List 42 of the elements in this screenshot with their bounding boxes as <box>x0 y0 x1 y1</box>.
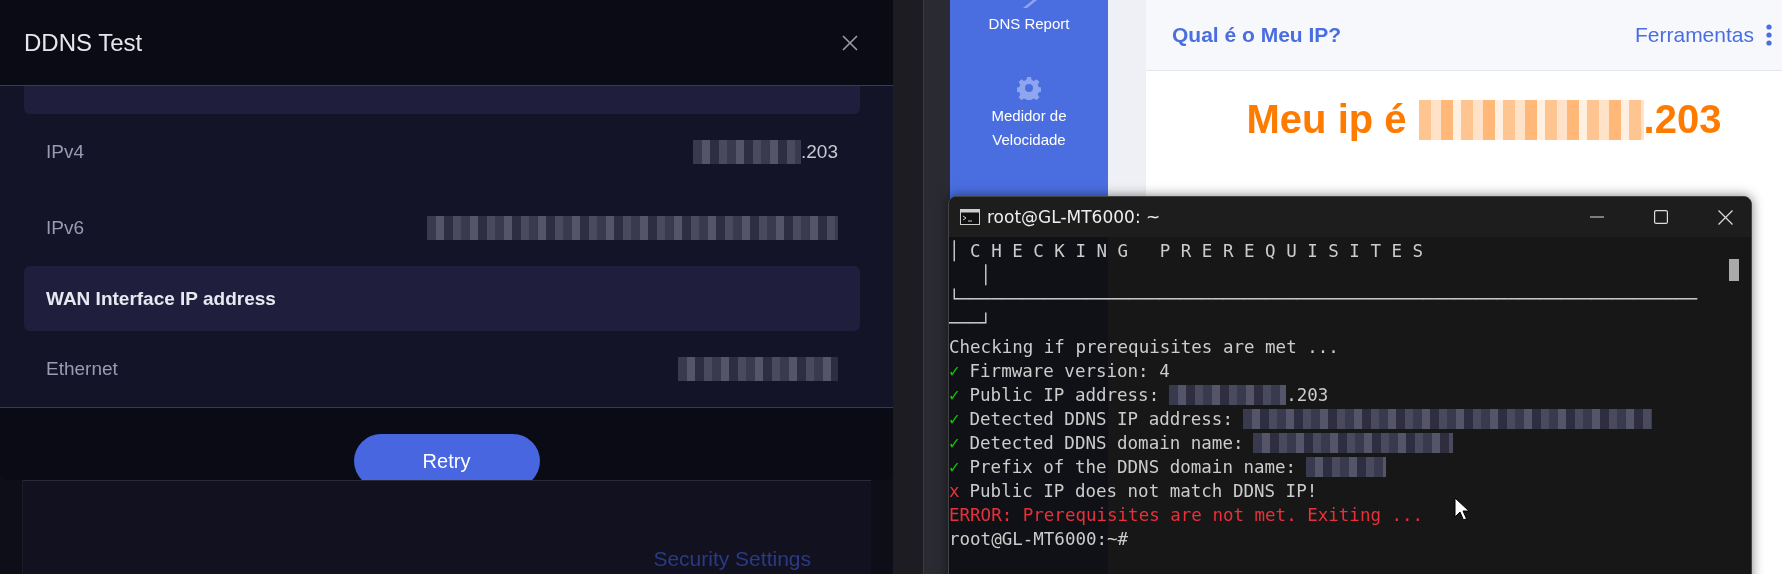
terminal-line: ERROR: Prerequisites are not met. Exiting ... <box>949 504 1424 527</box>
ip-headline: Meu ip é <box>1246 97 1407 142</box>
terminal-line: ───┘ <box>949 311 992 335</box>
terminal-title: root@GL-MT6000: ~ <box>987 207 1161 227</box>
status-mark: x <box>949 480 960 503</box>
terminal-icon <box>960 209 980 225</box>
status-mark: ✓ <box>949 456 960 479</box>
sidebar-item[interactable]: Medidor de Velocidade <box>950 36 1108 152</box>
terminal-line: │ C H E C K I N G P R E R E Q U I S I T E S <box>949 239 1424 263</box>
terminal-value: .203 <box>1286 384 1329 407</box>
status-mark: ✓ <box>949 384 960 407</box>
ip-suffix: .203 <box>1643 97 1722 142</box>
row-value: .203 <box>801 141 838 163</box>
terminal-line: └────────────────────────────────────────────────────────────────────── <box>949 287 1698 311</box>
retry-button[interactable]: Retry <box>353 434 540 480</box>
terminal-line: root@GL-MT6000:~# <box>949 528 1129 551</box>
row-label: Ethernet <box>46 358 118 380</box>
terminal-line: Checking if prerequisites are met ... <box>949 336 1339 359</box>
status-mark: ✓ <box>949 408 960 431</box>
scrollbar-thumb[interactable] <box>1729 259 1739 281</box>
terminal-line: Prefix of the DDNS domain name: <box>969 456 1297 479</box>
dialog-title: DDNS Test <box>24 28 143 57</box>
terminal-line: Public IP address: <box>969 384 1160 407</box>
terminal-line: Detected DDNS IP address: <box>969 408 1233 431</box>
sidebar-item[interactable]: DNS Report <box>968 0 1090 36</box>
status-mark: ✓ <box>949 432 960 455</box>
terminal-line: Firmware version: 4 <box>969 360 1170 383</box>
row-label: IPv6 <box>46 217 85 239</box>
mouse-cursor-icon <box>1454 497 1470 521</box>
gear-icon <box>1017 76 1041 100</box>
row-label: IPv4 <box>46 141 85 163</box>
kebab-menu-icon[interactable] <box>1766 24 1772 46</box>
maximize-icon[interactable] <box>1654 210 1668 224</box>
site-title[interactable]: Qual é o Meu IP? <box>1172 23 1342 47</box>
tools-menu[interactable]: Ferramentas <box>1634 23 1754 47</box>
terminal-line: Detected DDNS domain name: <box>969 432 1244 455</box>
close-icon[interactable] <box>842 34 858 51</box>
terminal-line: Public IP does not match DDNS IP! <box>969 480 1318 503</box>
terminal-line: │ <box>979 263 992 287</box>
section-header: WAN Interface IP address <box>24 266 860 331</box>
scrollbar[interactable] <box>893 0 924 574</box>
status-mark: ✓ <box>949 360 960 383</box>
